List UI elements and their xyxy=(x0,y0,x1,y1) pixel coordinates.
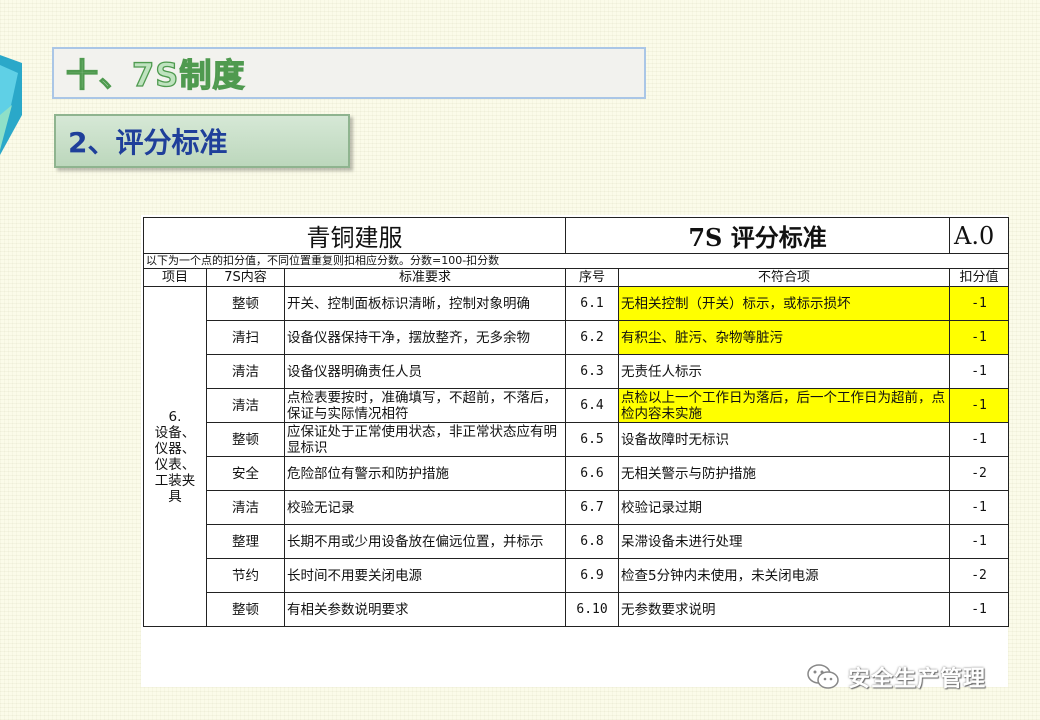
table-header-row: 青铜建服 7S 评分标准 A.0 xyxy=(142,217,1010,254)
serial-number-cell: 6.5 xyxy=(565,422,620,457)
content-cell: 清洁 xyxy=(206,490,285,525)
serial-number-cell: 6.6 xyxy=(565,456,620,491)
content-cell: 清洁 xyxy=(206,354,285,389)
requirement-cell: 长时间不用要关闭电源 xyxy=(283,558,567,593)
nonconformity-cell: 设备故障时无标识 xyxy=(618,422,951,457)
requirement-cell: 点检表要按时，准确填写，不超前，不落后，保证与实际情况相符 xyxy=(283,388,567,423)
deduction-cell: -1 xyxy=(949,490,1010,525)
watermark-text: 安全生产管理 xyxy=(848,667,987,692)
table-row: 清扫 设备仪器保持干净，摆放整齐，无多余物 6.2 有积尘、脏污、杂物等脏污 -1 xyxy=(144,320,1010,355)
serial-number-cell: 6.2 xyxy=(565,320,620,355)
requirement-cell: 校验无记录 xyxy=(283,490,567,525)
slide-subtitle: 2、评分标准 xyxy=(68,126,228,159)
version-label: A.0 xyxy=(949,217,1010,254)
table-row: 整理 长期不用或少用设备放在偏远位置，并标示 6.8 呆滞设备未进行处理 -1 xyxy=(144,524,1010,559)
requirement-cell: 长期不用或少用设备放在偏远位置，并标示 xyxy=(283,524,567,559)
table-row: 整顿 应保证处于正常使用状态，非正常状态应有明显标识 6.5 设备故障时无标识 -1 xyxy=(144,422,1010,457)
nonconformity-cell: 校验记录过期 xyxy=(618,490,951,525)
deduction-cell: -1 xyxy=(949,422,1010,457)
category-cell: 6. 设备、 仪器、 仪表、 工装夹 具 xyxy=(143,286,207,627)
nonconformity-cell: 有积尘、脏污、杂物等脏污 xyxy=(618,320,951,355)
serial-number-cell: 6.9 xyxy=(565,558,620,593)
table-row: 节约 长时间不用要关闭电源 6.9 检查5分钟内未使用，未关闭电源 -2 xyxy=(144,558,1010,593)
requirement-cell: 设备仪器保持干净，摆放整齐，无多余物 xyxy=(283,320,567,355)
deduction-cell: -1 xyxy=(949,354,1010,389)
column-header: 7S内容 xyxy=(206,268,285,287)
slide-title-box: 十、7S制度 xyxy=(52,47,646,99)
column-header-row: 项目 7S内容 标准要求 序号 不符合项 扣分值 xyxy=(143,268,1010,287)
nonconformity-cell: 检查5分钟内未使用，未关闭电源 xyxy=(618,558,951,593)
document-title: 青铜建服 xyxy=(142,217,567,254)
slide-title: 十、7S制度 xyxy=(65,55,246,94)
slide-decoration-icon xyxy=(0,55,22,155)
nonconformity-cell: 无相关警示与防护措施 xyxy=(618,456,951,491)
scoring-note-row: 以下为一个点的扣分值，不同位置重复则扣相应分数。分数=100-扣分数 xyxy=(142,253,1010,269)
standard-title: 7S 评分标准 xyxy=(565,217,951,254)
serial-number-cell: 6.4 xyxy=(565,388,620,423)
table-row: 清洁 设备仪器明确责任人员 6.3 无责任人标示 -1 xyxy=(144,354,1010,389)
content-cell: 整理 xyxy=(206,524,285,559)
nonconformity-cell: 无责任人标示 xyxy=(618,354,951,389)
serial-number-cell: 6.1 xyxy=(565,286,620,321)
scoring-table: 青铜建服 7S 评分标准 A.0 以下为一个点的扣分值，不同位置重复则扣相应分数… xyxy=(142,217,1010,627)
content-cell: 清扫 xyxy=(206,320,285,355)
column-header: 项目 xyxy=(143,268,207,287)
requirement-cell: 有相关参数说明要求 xyxy=(283,592,567,627)
table-row: 6. 设备、 仪器、 仪表、 工装夹 具整顿 开关、控制面板标识清晰，控制对象明确… xyxy=(143,286,1010,627)
slide-subtitle-box: 2、评分标准 xyxy=(54,114,350,168)
deduction-cell: -1 xyxy=(949,320,1010,355)
requirement-cell: 设备仪器明确责任人员 xyxy=(283,354,567,389)
table-row: 整顿 有相关参数说明要求 6.10 无参数要求说明 -1 xyxy=(144,592,1010,627)
deduction-cell: -1 xyxy=(949,388,1010,423)
content-cell: 整顿 xyxy=(206,592,285,627)
column-header: 标准要求 xyxy=(283,268,567,287)
watermark: 安全生产管理 xyxy=(806,660,986,694)
content-cell: 清洁 xyxy=(206,388,285,423)
serial-number-cell: 6.8 xyxy=(565,524,620,559)
content-cell: 整顿 xyxy=(206,422,285,457)
wechat-icon xyxy=(807,664,839,689)
scoring-note: 以下为一个点的扣分值，不同位置重复则扣相应分数。分数=100-扣分数 xyxy=(142,253,1010,269)
requirement-cell: 开关、控制面板标识清晰，控制对象明确 xyxy=(283,286,567,321)
serial-number-cell: 6.10 xyxy=(565,592,620,627)
nonconformity-cell: 呆滞设备未进行处理 xyxy=(618,524,951,559)
nonconformity-cell: 点检以上一个工作日为落后，后一个工作日为超前，点检内容未实施 xyxy=(618,388,951,423)
deduction-cell: -2 xyxy=(949,456,1010,491)
requirement-cell: 应保证处于正常使用状态，非正常状态应有明显标识 xyxy=(283,422,567,457)
table-row: 清洁 点检表要按时，准确填写，不超前，不落后，保证与实际情况相符 6.4 点检以上一个… xyxy=(144,388,1010,423)
deduction-cell: -1 xyxy=(949,524,1010,559)
serial-number-cell: 6.7 xyxy=(565,490,620,525)
content-cell: 安全 xyxy=(206,456,285,491)
table-row: 清洁 校验无记录 6.7 校验记录过期 -1 xyxy=(144,490,1010,525)
deduction-cell: -1 xyxy=(949,286,1010,321)
column-header: 不符合项 xyxy=(618,268,951,287)
table-row: 安全 危险部位有警示和防护措施 6.6 无相关警示与防护措施 -2 xyxy=(144,456,1010,491)
content-cell: 节约 xyxy=(206,558,285,593)
column-header: 序号 xyxy=(565,268,620,287)
requirement-cell: 危险部位有警示和防护措施 xyxy=(283,456,567,491)
serial-number-cell: 6.3 xyxy=(565,354,620,389)
nonconformity-cell: 无相关控制（开关）标示，或标示损坏 xyxy=(618,286,951,321)
deduction-cell: -2 xyxy=(949,558,1010,593)
nonconformity-cell: 无参数要求说明 xyxy=(618,592,951,627)
column-header: 扣分值 xyxy=(949,268,1010,287)
content-cell: 整顿 xyxy=(206,286,285,321)
deduction-cell: -1 xyxy=(949,592,1010,627)
